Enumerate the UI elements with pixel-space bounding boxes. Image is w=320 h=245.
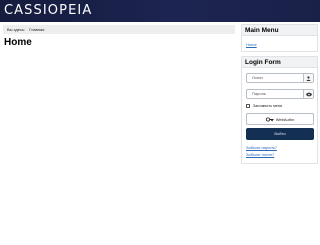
user-icon — [303, 74, 313, 82]
breadcrumb: Вы здесь: Главная — [3, 25, 235, 34]
page-title: Home — [4, 37, 32, 48]
site-header: CASSIOPEIA — [0, 0, 320, 22]
password-placeholder: Пароль — [252, 91, 266, 96]
webauthn-button[interactable]: WebAuthn — [246, 113, 314, 125]
username-placeholder: Логин — [252, 75, 263, 80]
main-menu-title: Main Menu — [242, 25, 317, 36]
main-menu-module: Main Menu Home — [241, 24, 318, 52]
login-form-module: Login Form Логин Пароль Запомнить меня W… — [241, 56, 318, 164]
forgot-password-link[interactable]: Забыли пароль? — [246, 145, 277, 150]
username-field[interactable]: Логин — [246, 73, 314, 83]
remember-checkbox[interactable] — [246, 104, 250, 108]
breadcrumb-prefix: Вы здесь: — [7, 27, 26, 32]
remember-me[interactable]: Запомнить меня — [246, 103, 282, 109]
password-field[interactable]: Пароль — [246, 89, 314, 99]
webauthn-label: WebAuthn — [275, 116, 295, 122]
login-button[interactable]: Войти — [246, 128, 314, 140]
menu-item-home[interactable]: Home — [246, 42, 257, 47]
login-form-title: Login Form — [242, 57, 317, 68]
remember-label: Запомнить меня — [253, 104, 283, 108]
eye-icon[interactable] — [303, 90, 313, 98]
webauthn-icon — [265, 117, 274, 121]
breadcrumb-current: Главная — [29, 27, 45, 32]
site-title[interactable]: CASSIOPEIA — [4, 3, 92, 19]
forgot-username-link[interactable]: Забыли логин? — [246, 152, 274, 157]
